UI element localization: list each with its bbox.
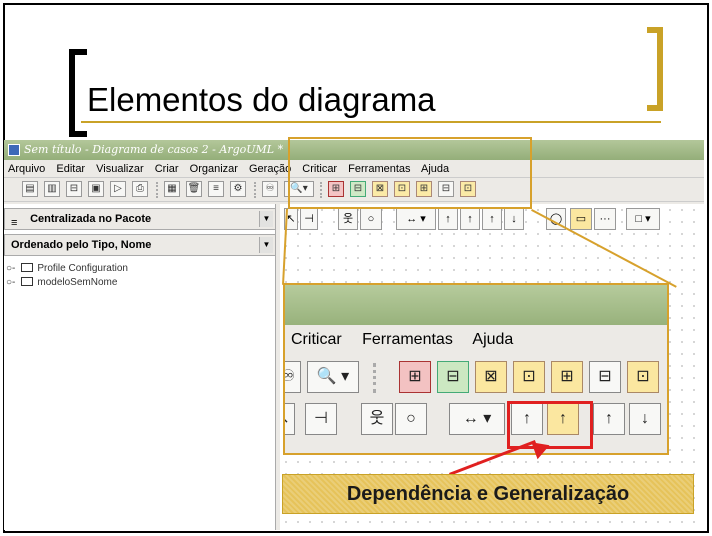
shape-tool-icon[interactable]: □ ▾: [626, 208, 660, 230]
menu-ferramentas[interactable]: Ferramentas: [362, 331, 453, 348]
new-project-icon[interactable]: ▤: [22, 181, 38, 197]
binoculars-icon[interactable]: ♾: [262, 181, 278, 197]
zoom-menubar: Criticar Ferramentas Ajuda: [285, 325, 667, 355]
dependency-generalization-highlight: [507, 401, 593, 449]
save-icon[interactable]: ⊟: [66, 181, 82, 197]
highlight-frame: [288, 137, 532, 209]
menu-geracao[interactable]: Geração: [249, 163, 291, 175]
properties-icon[interactable]: ≡: [208, 181, 224, 197]
slide-title: Elementos do diagrama: [87, 81, 436, 118]
expand-icon[interactable]: ○-: [6, 277, 15, 288]
perspective-value: Centralizada no Pacote: [30, 213, 152, 225]
title-bracket-right: [647, 27, 663, 111]
menu-criticar[interactable]: Criticar: [291, 331, 342, 348]
toolbar-separator: [373, 363, 378, 393]
print-icon[interactable]: ⎙: [132, 181, 148, 197]
expand-icon[interactable]: ○-: [6, 263, 15, 274]
usecase-tool-icon[interactable]: ○: [395, 403, 427, 435]
sequence-diagram-icon[interactable]: ⊡: [627, 361, 659, 393]
folder-icon: [21, 263, 34, 272]
binoculars-icon[interactable]: ♾: [285, 361, 301, 393]
state-diagram-icon[interactable]: ⊠: [475, 361, 507, 393]
open-project-icon[interactable]: ▥: [44, 181, 60, 197]
chevron-down-icon[interactable]: ▼: [259, 237, 273, 253]
extend-tool-icon[interactable]: ↑: [482, 208, 502, 230]
explorer-panel: ≡ Centralizada no Pacote ▼ Ordenado pelo…: [4, 204, 276, 530]
menu-visualizar[interactable]: Visualizar: [96, 163, 144, 175]
menu-criar[interactable]: Criar: [155, 163, 179, 175]
note-tool-icon[interactable]: ▭: [570, 208, 592, 230]
tree-perspective-icon: ≡: [11, 217, 18, 230]
menu-organizar[interactable]: Organizar: [190, 163, 238, 175]
class-diagram-icon[interactable]: ⊞: [399, 361, 431, 393]
usecase-diagram-icon[interactable]: ⊟: [437, 361, 469, 393]
zoomed-toolbar-view: Criticar Ferramentas Ajuda ♾ 🔍 ▾ ⊞ ⊟ ⊠ ⊡…: [283, 283, 669, 455]
package-icon: [21, 277, 34, 286]
title-bracket-left: [69, 49, 87, 137]
menu-ajuda[interactable]: Ajuda: [472, 331, 513, 348]
argouml-app-icon: [8, 144, 20, 156]
chevron-down-icon[interactable]: ▼: [259, 211, 273, 227]
broom-tool-icon[interactable]: ⊣: [300, 208, 318, 230]
activity-diagram-icon[interactable]: ⊡: [513, 361, 545, 393]
broom-tool-icon[interactable]: ⊣: [305, 403, 337, 435]
toolbar-separator: [156, 182, 160, 198]
tree-item[interactable]: ○- modeloSemNome: [6, 276, 128, 290]
deployment-diagram-icon[interactable]: ⊟: [589, 361, 621, 393]
usecase-tool-icon[interactable]: ○: [360, 208, 382, 230]
association-tool-icon[interactable]: ↔ ▾: [449, 403, 505, 435]
title-underline: [81, 121, 661, 123]
zoom-toolbar-bottom: ↖ ⊣ 웃 ○ ↔ ▾ ↑ ↑ ↑ ↓: [285, 399, 667, 443]
export-icon[interactable]: ▷: [110, 181, 126, 197]
actor-tool-icon[interactable]: 웃: [338, 208, 358, 230]
extend-tool-icon[interactable]: ↑: [593, 403, 625, 435]
caption-label: Dependência e Generalização: [282, 474, 694, 514]
include-tool-icon[interactable]: ↓: [504, 208, 524, 230]
order-select[interactable]: Ordenado pelo Tipo, Nome ▼: [4, 234, 276, 256]
zoom-toolbar-top: ♾ 🔍 ▾ ⊞ ⊟ ⊠ ⊡ ⊞ ⊟ ⊡: [285, 355, 667, 399]
generalization-tool-icon[interactable]: ↑: [460, 208, 480, 230]
comment-link-tool-icon[interactable]: ···: [594, 208, 616, 230]
window-title: Sem título - Diagrama de casos 2 - ArgoU…: [24, 143, 284, 156]
select-tool-icon[interactable]: ↖: [285, 403, 295, 435]
menu-arquivo[interactable]: Arquivo: [8, 163, 45, 175]
explorer-tree: ○- Profile Configuration ○- modeloSemNome: [6, 262, 128, 290]
actor-tool-icon[interactable]: 웃: [361, 403, 393, 435]
delete-icon[interactable]: 🗑: [186, 181, 202, 197]
menu-editar[interactable]: Editar: [56, 163, 85, 175]
order-value: Ordenado pelo Tipo, Nome: [11, 239, 152, 251]
toolbar-separator: [254, 182, 258, 198]
zoom-titlebar: [285, 285, 667, 325]
association-tool-icon[interactable]: ↔ ▾: [396, 208, 436, 230]
dependency-tool-icon[interactable]: ↑: [438, 208, 458, 230]
tree-item[interactable]: ○- Profile Configuration: [6, 262, 128, 276]
save-as-icon[interactable]: ▣: [88, 181, 104, 197]
copy-icon[interactable]: ▦: [164, 181, 180, 197]
settings-icon[interactable]: ⚙: [230, 181, 246, 197]
zoom-dropdown-icon[interactable]: 🔍 ▾: [307, 361, 359, 393]
perspective-select[interactable]: ≡ Centralizada no Pacote ▼: [4, 208, 276, 230]
include-tool-icon[interactable]: ↓: [629, 403, 661, 435]
collaboration-diagram-icon[interactable]: ⊞: [551, 361, 583, 393]
